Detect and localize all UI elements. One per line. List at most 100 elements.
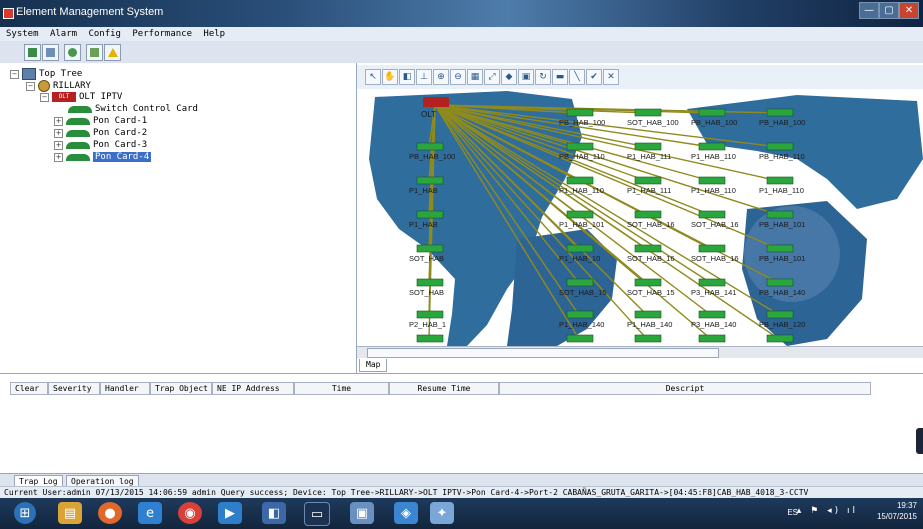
onu-node[interactable] — [698, 108, 726, 117]
col-handler[interactable]: Handler — [100, 382, 150, 395]
fit-icon[interactable]: ◧ — [399, 69, 415, 85]
onu-node[interactable] — [634, 310, 662, 319]
topology-icon[interactable] — [24, 44, 41, 61]
menu-help[interactable]: Help — [203, 29, 225, 39]
collapse-icon[interactable]: − — [10, 69, 19, 79]
col-descript[interactable]: Descript — [499, 382, 871, 395]
close-button[interactable]: ✕ — [899, 2, 919, 19]
onu-node[interactable] — [766, 310, 794, 319]
collapse-icon[interactable]: − — [26, 81, 35, 91]
col-severity[interactable]: Severity — [48, 382, 100, 395]
onu-node[interactable] — [698, 278, 726, 287]
onu-node[interactable] — [634, 176, 662, 185]
onu-node[interactable] — [416, 142, 444, 151]
chrome-icon[interactable]: ◉ — [178, 502, 202, 524]
terminal-icon[interactable]: ▭ — [304, 502, 330, 526]
app2-icon[interactable]: ✦ — [430, 502, 454, 524]
firefox-icon[interactable]: ● — [98, 502, 122, 524]
expand-icon[interactable]: + — [54, 116, 63, 126]
onu-node[interactable] — [416, 334, 444, 343]
onu-node[interactable] — [416, 278, 444, 287]
zoom-in-icon[interactable]: ⊕ — [433, 69, 449, 85]
onu-node[interactable] — [416, 210, 444, 219]
onu-node[interactable] — [698, 310, 726, 319]
media-icon[interactable]: ▶ — [218, 502, 242, 524]
onu-node[interactable] — [698, 210, 726, 219]
window-icon[interactable]: ▣ — [350, 502, 374, 524]
onu-node[interactable] — [566, 210, 594, 219]
onu-node[interactable] — [416, 176, 444, 185]
olt-node[interactable] — [423, 97, 449, 107]
expand-icon[interactable]: + — [54, 128, 63, 138]
onu-node[interactable] — [566, 176, 594, 185]
onu-node[interactable] — [566, 108, 594, 117]
onu-node[interactable] — [634, 278, 662, 287]
menu-performance[interactable]: Performance — [132, 29, 192, 39]
onu-node[interactable] — [634, 244, 662, 253]
hand-icon[interactable]: ✋ — [382, 69, 398, 85]
grid-icon[interactable]: ▦ — [467, 69, 483, 85]
maximize-button[interactable]: ▢ — [879, 2, 899, 19]
refresh-icon[interactable]: ↻ — [535, 69, 551, 85]
alarm-warning-icon[interactable] — [104, 44, 121, 61]
onu-node[interactable] — [416, 244, 444, 253]
onu-node[interactable] — [698, 176, 726, 185]
tree-olt[interactable]: − OLT OLT IPTV — [40, 92, 122, 102]
tree-pon-card[interactable]: + Pon Card-2 — [54, 128, 147, 138]
expand-icon[interactable]: ⤢ — [484, 69, 500, 85]
ok-icon[interactable]: ✔ — [586, 69, 602, 85]
onu-node[interactable] — [766, 210, 794, 219]
menu-config[interactable]: Config — [88, 29, 121, 39]
onu-node[interactable] — [566, 310, 594, 319]
onu-node[interactable] — [698, 142, 726, 151]
onu-node[interactable] — [416, 310, 444, 319]
topology-svg[interactable]: PB_HAB_100 SOT_HAB_100 PB_HAB_100 PB_HAB_10… — [357, 89, 923, 346]
monitor-icon[interactable]: ▬ — [552, 69, 568, 85]
line-icon[interactable]: ╲ — [569, 69, 585, 85]
close-icon[interactable]: ✕ — [603, 69, 619, 85]
tag-icon[interactable]: ◆ — [501, 69, 517, 85]
onu-node[interactable] — [634, 334, 662, 343]
topology-map[interactable]: PB_HAB_100 SOT_HAB_100 PB_HAB_100 PB_HAB_10… — [357, 89, 923, 346]
onu-node[interactable] — [566, 244, 594, 253]
zoom-out-icon[interactable]: ⊖ — [450, 69, 466, 85]
clock[interactable]: 19:37 15/07/2015 — [877, 500, 917, 522]
tree-site[interactable]: − RILLARY — [26, 80, 91, 92]
settings-icon[interactable] — [64, 44, 81, 61]
onu-node[interactable] — [766, 334, 794, 343]
menu-alarm[interactable]: Alarm — [50, 29, 77, 39]
internet-explorer-icon[interactable]: e — [138, 502, 162, 524]
scroll-thumb[interactable] — [367, 348, 719, 358]
layout-icon[interactable]: ⊥ — [416, 69, 432, 85]
config-icon[interactable] — [86, 44, 103, 61]
tray-icons[interactable]: ▴ ⚑ ◂) ıl — [797, 506, 858, 516]
tree-pon-card[interactable]: + Pon Card-1 — [54, 116, 147, 126]
expand-icon[interactable]: + — [54, 140, 63, 150]
side-handle[interactable] — [916, 428, 923, 454]
onu-node[interactable] — [766, 176, 794, 185]
col-time[interactable]: Time — [294, 382, 389, 395]
map-horizontal-scrollbar[interactable] — [357, 346, 923, 358]
onu-node[interactable] — [698, 334, 726, 343]
onu-node[interactable] — [766, 108, 794, 117]
onu-node[interactable] — [634, 210, 662, 219]
expand-icon[interactable]: + — [54, 152, 63, 162]
menu-system[interactable]: System — [6, 29, 39, 39]
onu-node[interactable] — [634, 142, 662, 151]
onu-node[interactable] — [566, 334, 594, 343]
file-explorer-icon[interactable]: ▤ — [58, 502, 82, 524]
tree-pon-card[interactable]: + Pon Card-4 — [54, 152, 152, 162]
col-ne-ip[interactable]: NE IP Address — [212, 382, 294, 395]
tab-map[interactable]: Map — [359, 359, 388, 372]
onu-node[interactable] — [566, 142, 594, 151]
collapse-icon[interactable]: − — [40, 92, 49, 102]
windows-start-icon[interactable]: ⊞ — [14, 502, 36, 524]
onu-node[interactable] — [766, 278, 794, 287]
save-icon[interactable]: ▣ — [518, 69, 534, 85]
select-icon[interactable]: ↖ — [365, 69, 381, 85]
onu-node[interactable] — [766, 244, 794, 253]
col-trap-object[interactable]: Trap Object — [150, 382, 212, 395]
onu-node[interactable] — [766, 142, 794, 151]
tree-root[interactable]: − Top Tree — [10, 68, 82, 80]
col-clear[interactable]: Clear — [10, 382, 48, 395]
